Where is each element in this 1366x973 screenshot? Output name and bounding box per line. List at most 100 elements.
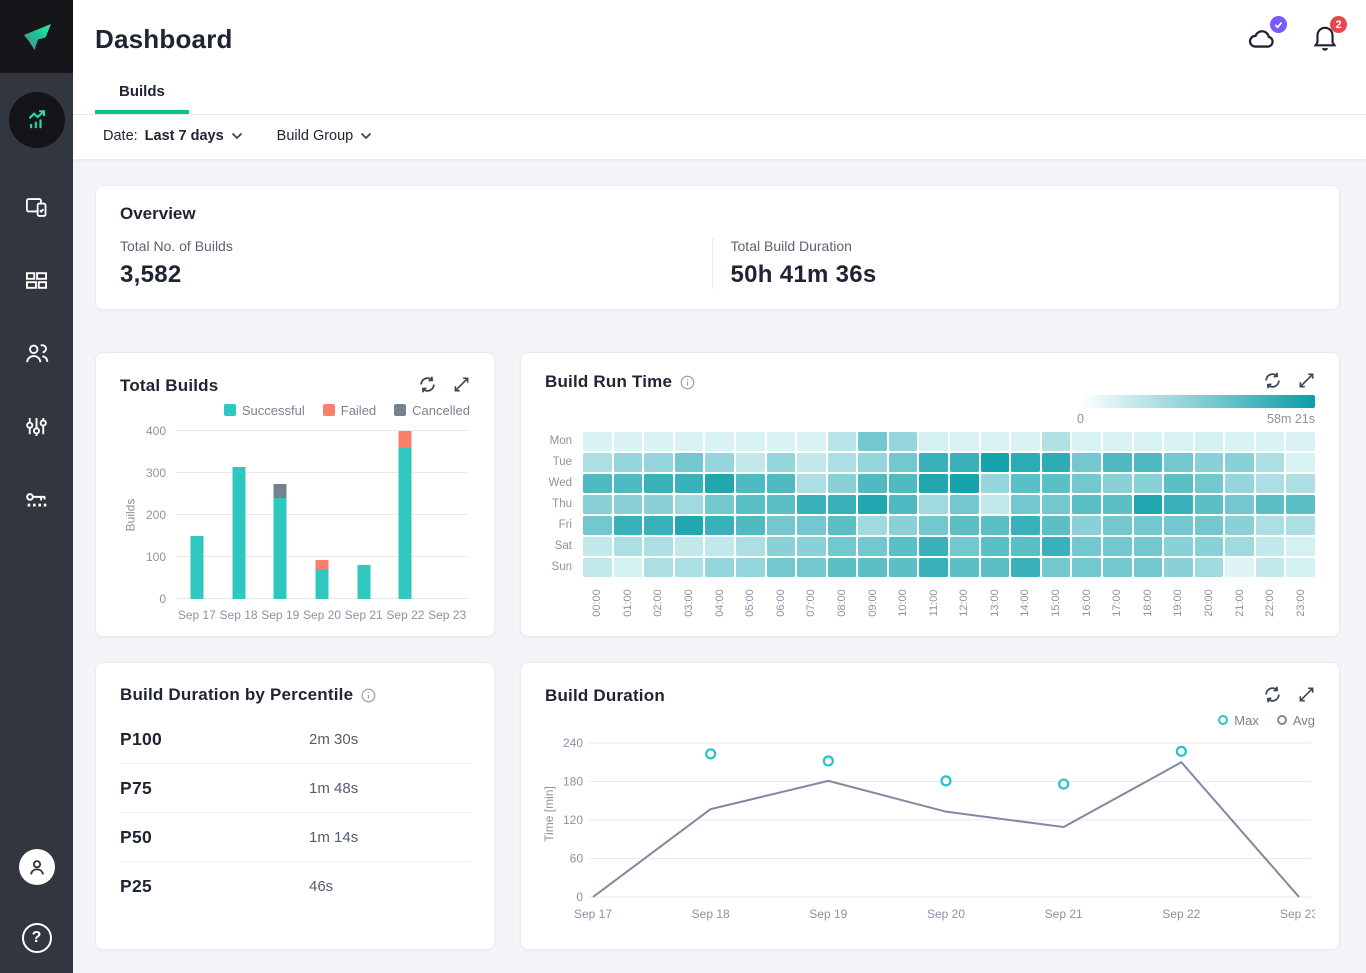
legend-item[interactable]: Failed <box>323 401 376 419</box>
heatmap-cell[interactable] <box>1103 453 1132 472</box>
heatmap-cell[interactable] <box>675 537 704 556</box>
heatmap-cell[interactable] <box>736 516 765 535</box>
heatmap-cell[interactable] <box>1103 432 1132 451</box>
heatmap-cell[interactable] <box>1286 474 1315 493</box>
heatmap-cell[interactable] <box>1042 558 1071 577</box>
heatmap-cell[interactable] <box>583 432 612 451</box>
data-point-max[interactable] <box>706 749 715 758</box>
heatmap-cell[interactable] <box>1286 453 1315 472</box>
heatmap-cell[interactable] <box>705 432 734 451</box>
heatmap-cell[interactable] <box>797 537 826 556</box>
heatmap-cell[interactable] <box>1164 537 1193 556</box>
heatmap-cell[interactable] <box>828 453 857 472</box>
bar-segment-failed[interactable] <box>316 560 329 568</box>
heatmap-cell[interactable] <box>675 516 704 535</box>
heatmap-cell[interactable] <box>675 558 704 577</box>
bar-segment-failed[interactable] <box>399 431 412 448</box>
data-point-max[interactable] <box>942 776 951 785</box>
heatmap-cell[interactable] <box>675 474 704 493</box>
heatmap-cell[interactable] <box>981 453 1010 472</box>
heatmap-cell[interactable] <box>644 453 673 472</box>
heatmap-cell[interactable] <box>919 558 948 577</box>
heatmap-cell[interactable] <box>767 432 796 451</box>
heatmap-cell[interactable] <box>644 516 673 535</box>
heatmap-cell[interactable] <box>889 537 918 556</box>
heatmap-cell[interactable] <box>1072 558 1101 577</box>
heatmap-cell[interactable] <box>1195 453 1224 472</box>
heatmap-cell[interactable] <box>1256 495 1285 514</box>
heatmap-cell[interactable] <box>644 432 673 451</box>
heatmap-cell[interactable] <box>1195 495 1224 514</box>
heatmap-cell[interactable] <box>858 474 887 493</box>
heatmap-cell[interactable] <box>950 474 979 493</box>
heatmap-cell[interactable] <box>889 453 918 472</box>
heatmap-cell[interactable] <box>1134 537 1163 556</box>
notifications-button[interactable]: 2 <box>1310 22 1340 57</box>
heatmap-cell[interactable] <box>919 474 948 493</box>
heatmap-cell[interactable] <box>583 537 612 556</box>
heatmap-cell[interactable] <box>889 474 918 493</box>
heatmap-cell[interactable] <box>1134 495 1163 514</box>
date-filter-dropdown[interactable]: Date: Last 7 days <box>103 128 243 144</box>
bar-segment-successful[interactable] <box>399 448 412 599</box>
heatmap-cell[interactable] <box>1134 453 1163 472</box>
heatmap-cell[interactable] <box>1256 516 1285 535</box>
heatmap-cell[interactable] <box>858 495 887 514</box>
heatmap-cell[interactable] <box>1072 516 1101 535</box>
heatmap-cell[interactable] <box>767 495 796 514</box>
heatmap-cell[interactable] <box>889 558 918 577</box>
heatmap-cell[interactable] <box>614 432 643 451</box>
heatmap-cell[interactable] <box>614 537 643 556</box>
heatmap-cell[interactable] <box>1164 453 1193 472</box>
heatmap-cell[interactable] <box>705 516 734 535</box>
heatmap-cell[interactable] <box>981 558 1010 577</box>
heatmap-cell[interactable] <box>828 537 857 556</box>
refresh-button[interactable] <box>1263 685 1282 707</box>
user-avatar[interactable] <box>19 849 55 885</box>
heatmap-cell[interactable] <box>705 495 734 514</box>
heatmap-cell[interactable] <box>828 495 857 514</box>
heatmap-cell[interactable] <box>981 537 1010 556</box>
heatmap-cell[interactable] <box>736 474 765 493</box>
heatmap-cell[interactable] <box>981 516 1010 535</box>
build-group-dropdown[interactable]: Build Group <box>277 128 373 144</box>
heatmap-cell[interactable] <box>797 453 826 472</box>
expand-button[interactable] <box>1298 685 1315 707</box>
heatmap-cell[interactable] <box>1256 558 1285 577</box>
heatmap-cell[interactable] <box>1225 537 1254 556</box>
heatmap-cell[interactable] <box>1072 495 1101 514</box>
tab-builds[interactable]: Builds <box>95 75 189 114</box>
heatmap-cell[interactable] <box>950 453 979 472</box>
heatmap-cell[interactable] <box>1072 474 1101 493</box>
heatmap-cell[interactable] <box>1042 474 1071 493</box>
heatmap-cell[interactable] <box>950 537 979 556</box>
legend-item[interactable]: Max <box>1218 711 1259 729</box>
heatmap-cell[interactable] <box>1103 516 1132 535</box>
heatmap-cell[interactable] <box>583 453 612 472</box>
heatmap-cell[interactable] <box>705 558 734 577</box>
heatmap-cell[interactable] <box>767 516 796 535</box>
bar-segment-successful[interactable] <box>190 536 203 599</box>
bar-segment-successful[interactable] <box>274 498 287 599</box>
heatmap-cell[interactable] <box>1072 537 1101 556</box>
info-icon[interactable] <box>361 688 376 703</box>
heatmap-cell[interactable] <box>828 432 857 451</box>
data-point-max[interactable] <box>1177 747 1186 756</box>
heatmap-cell[interactable] <box>1134 516 1163 535</box>
heatmap-cell[interactable] <box>858 537 887 556</box>
heatmap-cell[interactable] <box>736 453 765 472</box>
heatmap-cell[interactable] <box>1195 537 1224 556</box>
heatmap-cell[interactable] <box>1011 432 1040 451</box>
heatmap-cell[interactable] <box>889 516 918 535</box>
heatmap-cell[interactable] <box>1225 432 1254 451</box>
heatmap-cell[interactable] <box>1164 516 1193 535</box>
heatmap-cell[interactable] <box>583 474 612 493</box>
heatmap-cell[interactable] <box>1256 537 1285 556</box>
heatmap-cell[interactable] <box>644 474 673 493</box>
heatmap-cell[interactable] <box>614 495 643 514</box>
heatmap-cell[interactable] <box>1042 495 1071 514</box>
heatmap-cell[interactable] <box>1103 474 1132 493</box>
bar-segment-successful[interactable] <box>357 565 370 599</box>
heatmap-cell[interactable] <box>675 453 704 472</box>
heatmap-cell[interactable] <box>1286 495 1315 514</box>
